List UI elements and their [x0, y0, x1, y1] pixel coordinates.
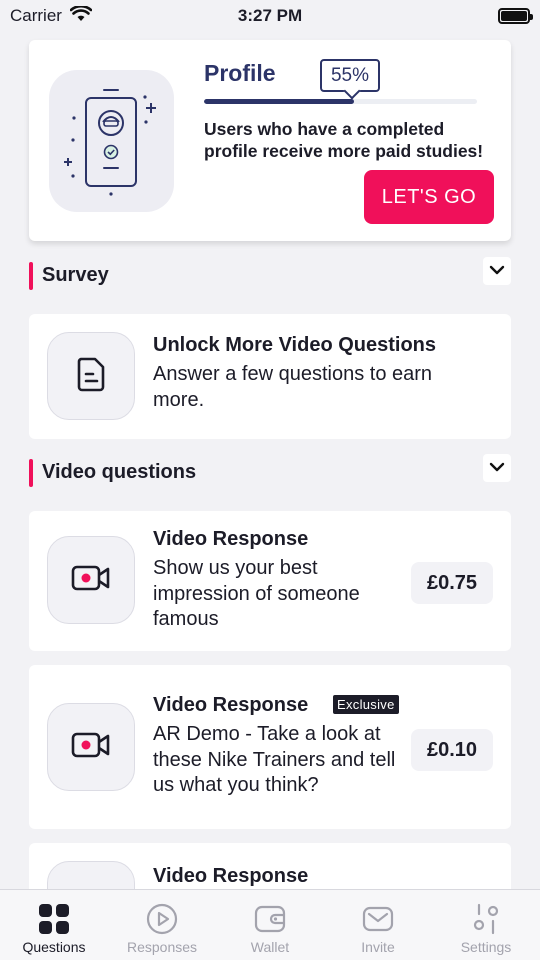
- survey-collapse-toggle[interactable]: [483, 257, 511, 285]
- video-camera-icon: [71, 731, 111, 764]
- tab-settings[interactable]: Settings: [432, 890, 540, 960]
- grid-icon: [38, 903, 70, 935]
- chevron-down-icon: [489, 262, 505, 280]
- tab-label: Invite: [361, 939, 395, 955]
- video-card-title: Video Response: [153, 694, 309, 716]
- video-questions-collapse-toggle[interactable]: [483, 454, 511, 482]
- video-card-icon-tile: [47, 703, 135, 791]
- video-card-title: Video Response: [153, 865, 309, 887]
- section-title: Video questions: [42, 461, 197, 483]
- tab-questions[interactable]: Questions: [0, 890, 108, 960]
- sliders-icon: [470, 903, 502, 935]
- video-camera-icon: [71, 564, 111, 597]
- survey-card-icon-tile: [47, 332, 135, 420]
- video-card-text: Show us your best impression of someone …: [153, 557, 360, 630]
- lets-go-button[interactable]: LET'S GO: [364, 170, 494, 224]
- survey-section-header: Survey: [29, 257, 511, 292]
- document-icon: [73, 355, 109, 398]
- mail-icon: [362, 903, 394, 935]
- profile-title: Profile: [204, 60, 276, 86]
- profile-progress-fill: [204, 99, 355, 104]
- survey-card-title: Unlock More Video Questions: [153, 334, 437, 356]
- profile-description: Users who have a completed profile recei…: [204, 119, 484, 161]
- tab-wallet[interactable]: Wallet: [216, 890, 324, 960]
- video-card-icon-tile: [47, 536, 135, 624]
- profile-progress-bar: [204, 99, 477, 104]
- price-badge: £0.10: [411, 729, 493, 771]
- video-question-card[interactable]: Video Response Show us your best impress…: [29, 511, 511, 651]
- tab-responses[interactable]: Responses: [108, 890, 216, 960]
- status-bar: Carrier 3:27 PM: [0, 0, 540, 32]
- play-circle-icon: [146, 903, 178, 935]
- chevron-down-icon: [489, 459, 505, 477]
- battery-icon: [498, 8, 533, 24]
- section-title: Survey: [42, 264, 109, 286]
- section-accent-bar: [29, 459, 33, 487]
- status-left: Carrier: [10, 4, 93, 27]
- tab-label: Responses: [126, 939, 198, 955]
- video-questions-section-header: Video questions: [29, 454, 511, 489]
- wallet-icon: [254, 903, 286, 935]
- profile-completion-card: Profile 55% Users who have a completed p…: [29, 40, 511, 241]
- survey-card[interactable]: Unlock More Video Questions Answer a few…: [29, 314, 511, 439]
- video-card-text: AR Demo - Take a look at these Nike Trai…: [153, 723, 396, 796]
- carrier-label: Carrier: [10, 6, 62, 25]
- profile-percent-badge: 55%: [320, 59, 380, 92]
- price-badge: £0.75: [411, 562, 493, 604]
- phone-profile-illustration: [49, 70, 174, 212]
- exclusive-badge: Exclusive: [333, 695, 399, 714]
- tab-label: Wallet: [250, 939, 290, 955]
- tab-label: Questions: [22, 939, 86, 955]
- section-accent-bar: [29, 262, 33, 290]
- video-question-card[interactable]: Video Response Exclusive AR Demo - Take …: [29, 665, 511, 829]
- bottom-tab-bar: Questions Responses Wallet Invite Settin…: [0, 889, 540, 960]
- tab-label: Settings: [460, 939, 512, 955]
- survey-card-text: Answer a few questions to earn more.: [153, 363, 433, 411]
- wifi-icon: [69, 4, 93, 27]
- video-card-title: Video Response: [153, 528, 309, 550]
- tab-invite[interactable]: Invite: [324, 890, 432, 960]
